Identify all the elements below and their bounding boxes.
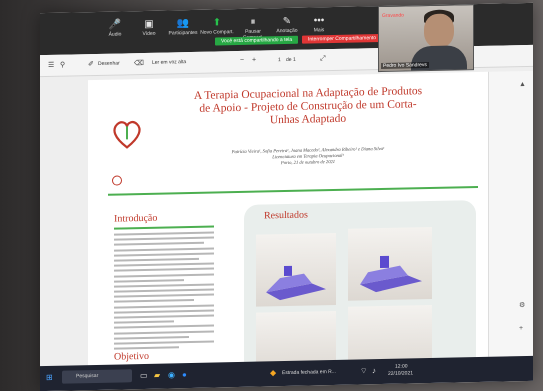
draw-label[interactable]: Desenhar <box>98 60 120 66</box>
recording-indicator: Gravando <box>382 12 404 19</box>
menu-icon[interactable]: ☰ <box>48 61 54 69</box>
participant-name: Pedro Ivo Sandrevs <box>381 62 429 70</box>
poster-authors: Patrícia Vieira¹, Sofia Pereira¹, Joana … <box>231 145 385 166</box>
pen-icon: ✎ <box>282 15 292 28</box>
intro-text <box>114 231 214 353</box>
poster-document: A Terapia Ocupacional na Adaptação de Pr… <box>88 71 488 387</box>
task-view-icon[interactable]: ▭ <box>140 371 148 380</box>
participants-button[interactable]: 👥 Participantes <box>166 18 200 37</box>
zoom-app-icon[interactable]: ● <box>182 370 187 379</box>
clock-time[interactable]: 12:00 <box>395 363 408 369</box>
file-explorer-icon[interactable]: ▰ <box>154 371 160 380</box>
wifi-icon[interactable]: ⌔ <box>360 366 368 376</box>
results-heading: Resultados <box>264 209 308 222</box>
purple-device-icon-2 <box>360 255 422 293</box>
pause-icon: ⏸ <box>250 16 256 28</box>
edge-icon[interactable]: ◉ <box>168 370 175 379</box>
result-photo-1 <box>256 232 336 307</box>
video-camera-icon: ▣ <box>144 18 154 30</box>
share-screen-icon: ⬆ <box>212 17 222 29</box>
intro-heading: Introdução <box>114 212 158 225</box>
filter-icon[interactable]: ⚲ <box>60 61 65 69</box>
school-logo-icon <box>112 175 122 186</box>
weather-icon: ◆ <box>270 368 277 378</box>
sharing-banner: Você está compartilhando a tela <box>215 35 299 46</box>
stop-share-button[interactable]: Interromper Compartilhamento <box>302 33 383 44</box>
title-divider <box>108 185 478 196</box>
purple-device-icon <box>266 265 326 301</box>
settings-icon[interactable]: ⚙ <box>519 301 525 309</box>
person-head <box>424 13 454 49</box>
fit-page-icon[interactable]: ⤢ <box>320 55 326 63</box>
video-button[interactable]: ▣ Vídeo <box>132 19 166 38</box>
volume-icon[interactable]: ♪ <box>372 366 376 375</box>
erase-icon[interactable]: ⌫ <box>134 59 144 67</box>
microphone-icon: 🎤 <box>108 19 122 31</box>
results-panel: Resultados <box>244 200 476 383</box>
add-icon[interactable]: + <box>519 325 523 332</box>
more-button[interactable]: ••• Mais <box>302 15 336 34</box>
read-aloud-button[interactable]: Ler em voz alta <box>152 59 186 66</box>
result-photo-2 <box>348 226 432 301</box>
taskbar-search[interactable]: Pesquisar <box>62 369 132 384</box>
windows-start-icon[interactable]: ⊞ <box>46 373 53 382</box>
zoom-in-icon[interactable]: + <box>252 57 256 64</box>
heart-logo-icon <box>113 120 141 149</box>
webcam-overlay: Gravando Pedro Ivo Sandrevs <box>378 4 474 73</box>
draw-icon[interactable]: ✐ <box>88 60 94 68</box>
right-sidebar: ▲ ⚙ + <box>488 70 533 357</box>
annotate-button[interactable]: ✎ Anotação <box>270 16 304 35</box>
zoom-out-icon[interactable]: − <box>240 57 244 64</box>
objective-heading: Objetivo <box>114 350 149 363</box>
clock-date[interactable]: 22/10/2021 <box>388 370 413 377</box>
intro-underline <box>114 225 214 230</box>
poster-title: A Terapia Ocupacional na Adaptação de Pr… <box>193 85 423 127</box>
audio-button[interactable]: 🎤 Áudio <box>98 19 132 38</box>
new-share-button[interactable]: ⬆ Novo Compart. <box>200 17 234 36</box>
more-icon: ••• <box>313 15 325 27</box>
scroll-up-icon[interactable]: ▲ <box>519 81 526 88</box>
participants-icon: 👥 <box>176 18 190 30</box>
projected-screen: 🎤 Áudio ▣ Vídeo 👥 Participantes ⬆ Novo Compa… <box>40 2 533 391</box>
weather-text[interactable]: Estrada fechada em R... <box>282 369 336 376</box>
page-number[interactable]: 1 <box>278 57 281 63</box>
page-total: de 1 <box>286 56 296 64</box>
